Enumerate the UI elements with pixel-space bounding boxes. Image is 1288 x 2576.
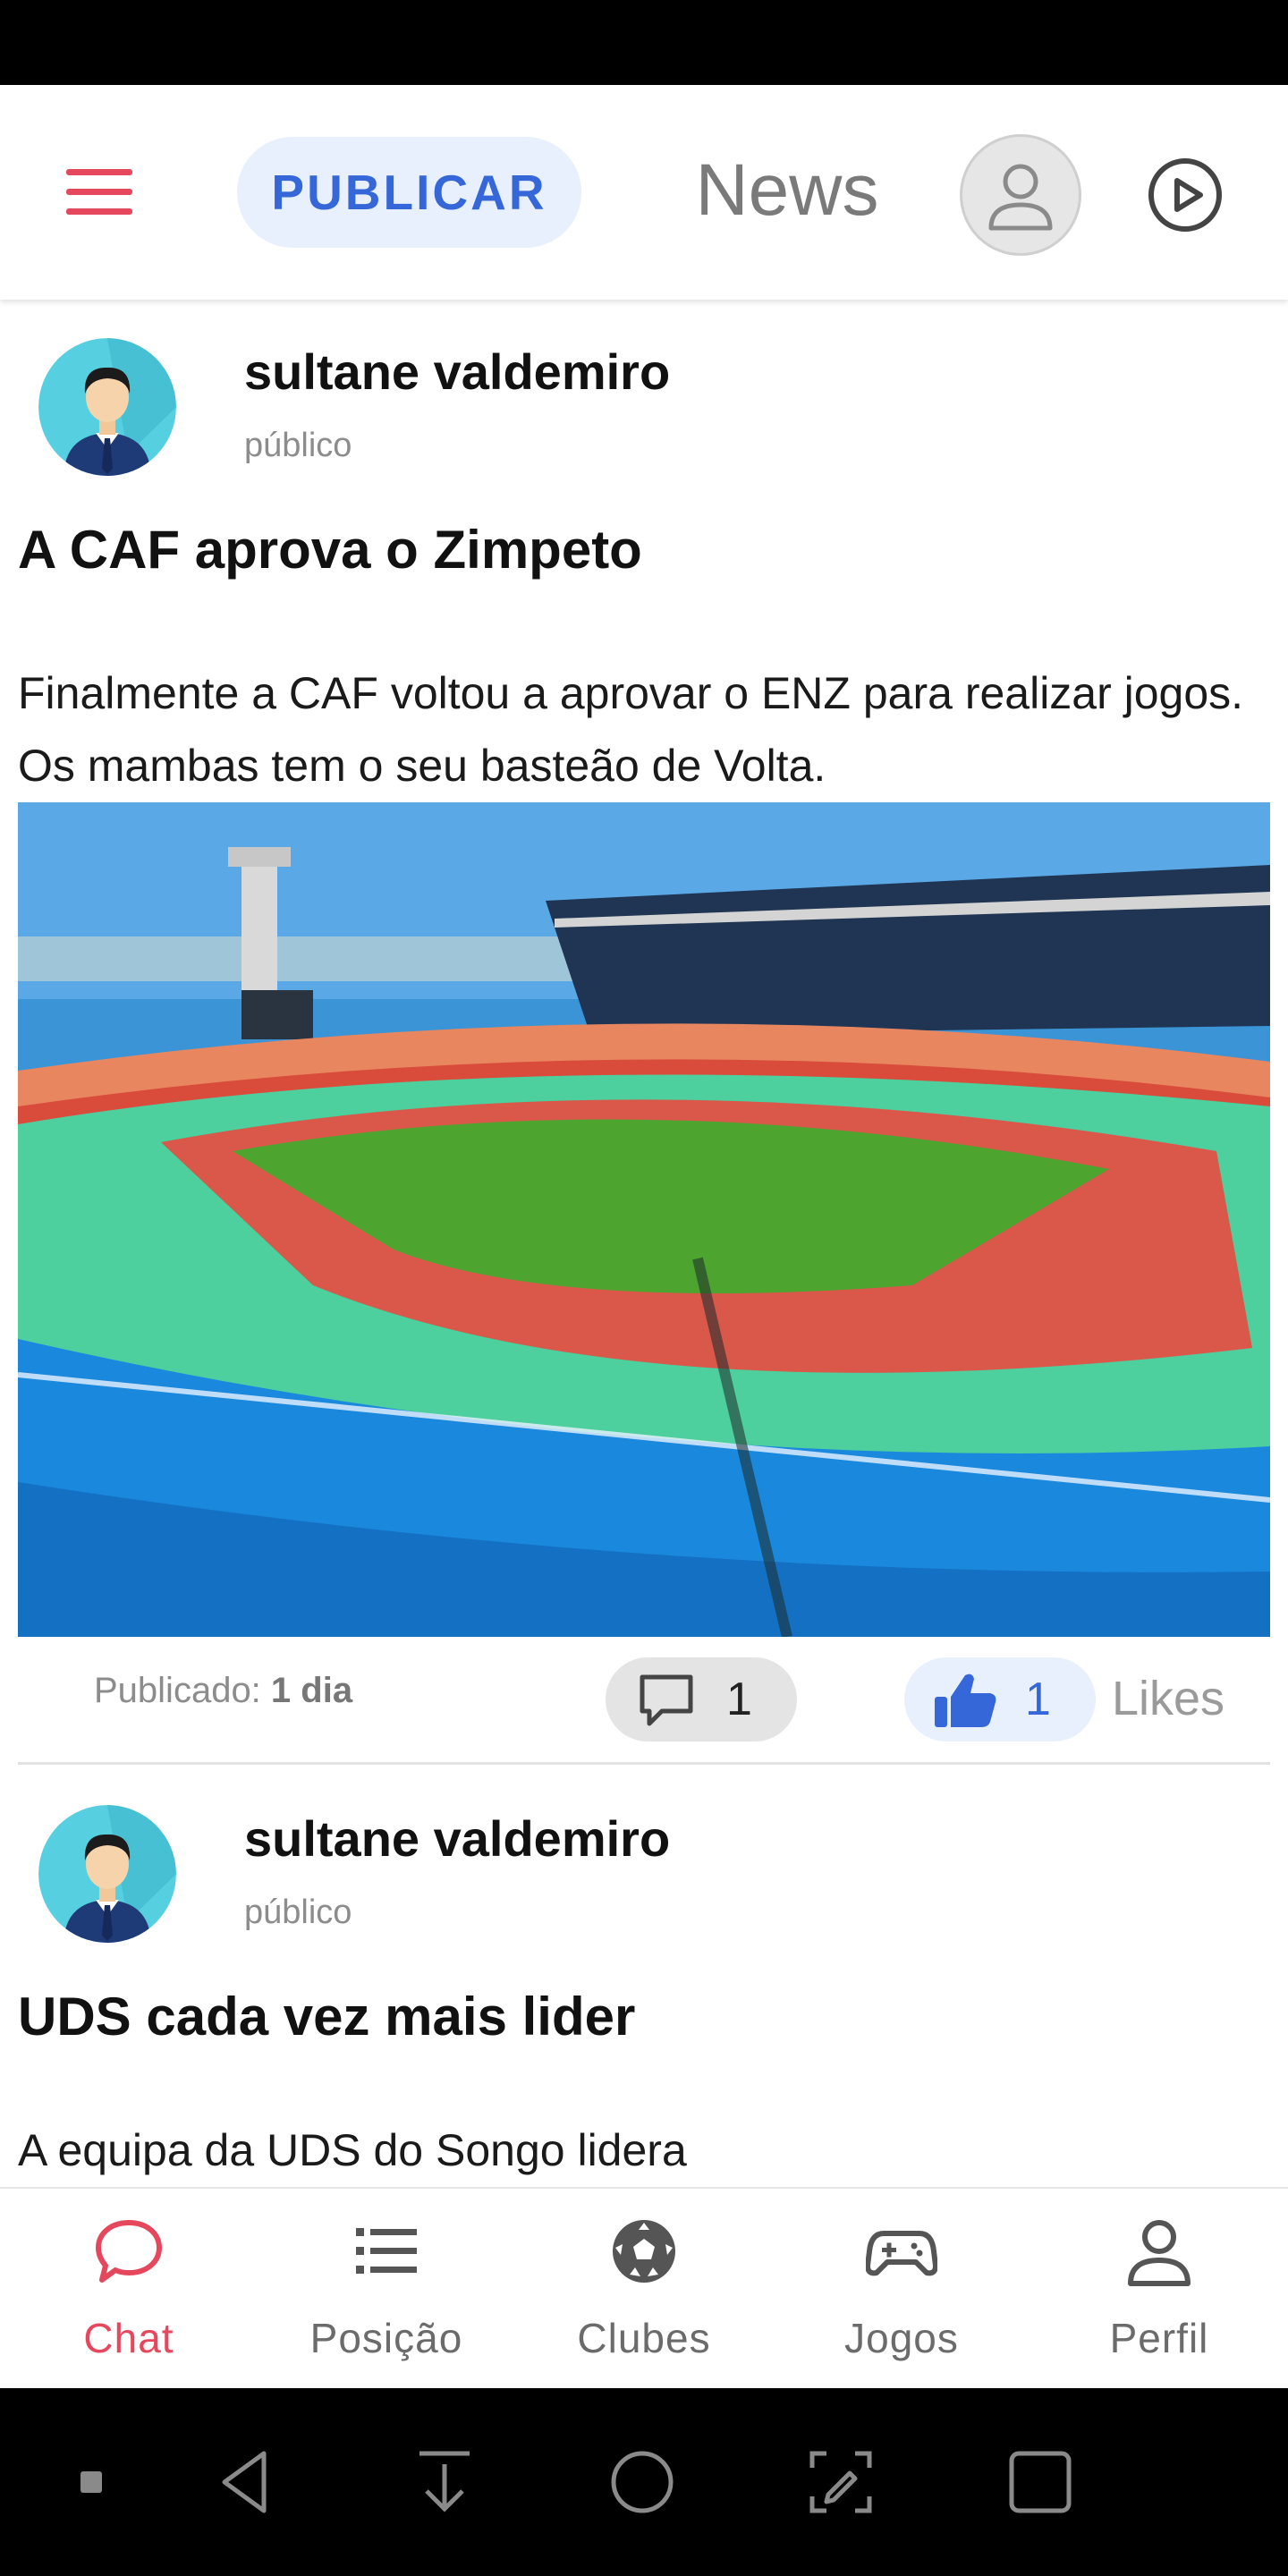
nav-label-perfil: Perfil xyxy=(1109,2315,1209,2361)
page-title: News xyxy=(695,149,879,231)
dot-button[interactable] xyxy=(55,2446,127,2518)
post-image[interactable] xyxy=(18,802,1270,1637)
nav-item-posicao[interactable]: Posição xyxy=(258,2189,515,2390)
chat-icon xyxy=(96,2220,162,2283)
post-card: sultane valdemiro público A CAF aprova o… xyxy=(0,300,1288,1767)
stadium-photo xyxy=(18,802,1270,1637)
author-avatar[interactable] xyxy=(38,1805,176,1943)
post-title[interactable]: UDS cada vez mais lider xyxy=(18,1986,635,2047)
author-avatar[interactable] xyxy=(38,338,176,476)
back-button[interactable] xyxy=(212,2446,284,2518)
post-body-preview: A equipa da UDS do Songo lidera xyxy=(18,2125,687,2175)
published-label: Publicado: xyxy=(94,1671,261,1710)
nav-label-posicao: Posição xyxy=(309,2315,463,2361)
download-icon xyxy=(419,2451,470,2512)
nav-item-jogos[interactable]: Jogos xyxy=(773,2189,1030,2390)
nav-item-perfil[interactable]: Perfil xyxy=(1030,2189,1288,2390)
thumbs-up-icon xyxy=(935,1674,996,1727)
menu-icon xyxy=(66,169,132,215)
profile-avatar-button[interactable] xyxy=(960,134,1081,256)
nav-label-jogos: Jogos xyxy=(844,2315,959,2361)
post-divider xyxy=(18,1762,1270,1765)
comment-button[interactable]: 1 xyxy=(606,1657,797,1741)
soccer-ball-icon xyxy=(613,2220,675,2283)
download-button[interactable] xyxy=(409,2446,480,2518)
video-button[interactable] xyxy=(1145,155,1225,235)
menu-button[interactable] xyxy=(59,164,140,221)
visibility-label: público xyxy=(244,427,352,464)
home-icon xyxy=(611,2451,674,2513)
recents-icon xyxy=(1009,2451,1072,2513)
post-body: Finalmente a CAF voltou a aprovar o ENZ … xyxy=(18,668,1244,791)
visibility-label: público xyxy=(244,1894,352,1931)
nav-item-clubes[interactable]: Clubes xyxy=(515,2189,773,2390)
likes-label: Likes xyxy=(1112,1672,1225,1725)
author-name[interactable]: sultane valdemiro xyxy=(244,343,670,401)
gamepad-icon xyxy=(866,2231,937,2276)
publish-button[interactable]: PUBLICAR xyxy=(237,137,581,248)
nav-label-chat: Chat xyxy=(83,2315,174,2361)
nav-label-clubes: Clubes xyxy=(577,2315,711,2361)
home-button[interactable] xyxy=(606,2446,678,2518)
like-button[interactable]: 1 xyxy=(904,1657,1096,1741)
person-icon xyxy=(1128,2220,1191,2286)
author-name[interactable]: sultane valdemiro xyxy=(244,1809,670,1868)
play-circle-icon xyxy=(1148,158,1222,232)
businessman-avatar-icon xyxy=(38,1805,176,1943)
status-bar xyxy=(0,0,1288,85)
user-icon xyxy=(988,164,1053,231)
businessman-avatar-icon xyxy=(38,338,176,476)
nav-item-chat[interactable]: Chat xyxy=(0,2189,258,2390)
news-feed[interactable]: sultane valdemiro público A CAF aprova o… xyxy=(0,300,1288,2187)
system-nav-bar xyxy=(0,2388,1288,2576)
published-value: 1 dia xyxy=(270,1671,353,1710)
screenshot-edit-icon xyxy=(809,2451,872,2513)
like-count: 1 xyxy=(1025,1674,1051,1725)
comment-icon xyxy=(640,1674,693,1726)
post-title[interactable]: A CAF aprova o Zimpeto xyxy=(18,519,642,580)
list-icon xyxy=(356,2228,417,2274)
screenshot-edit-button[interactable] xyxy=(805,2446,877,2518)
app-bar: PUBLICAR News xyxy=(0,85,1288,300)
published-info: Publicado: 1 dia xyxy=(94,1671,352,1711)
bottom-nav: Chat Posição Clubes Jogos Perfil xyxy=(0,2187,1288,2388)
post-card: sultane valdemiro público UDS cada vez m… xyxy=(0,1767,1288,2187)
back-icon xyxy=(222,2451,267,2513)
dot-icon xyxy=(80,2471,102,2493)
recents-button[interactable] xyxy=(1004,2446,1076,2518)
comment-count: 1 xyxy=(726,1674,752,1725)
